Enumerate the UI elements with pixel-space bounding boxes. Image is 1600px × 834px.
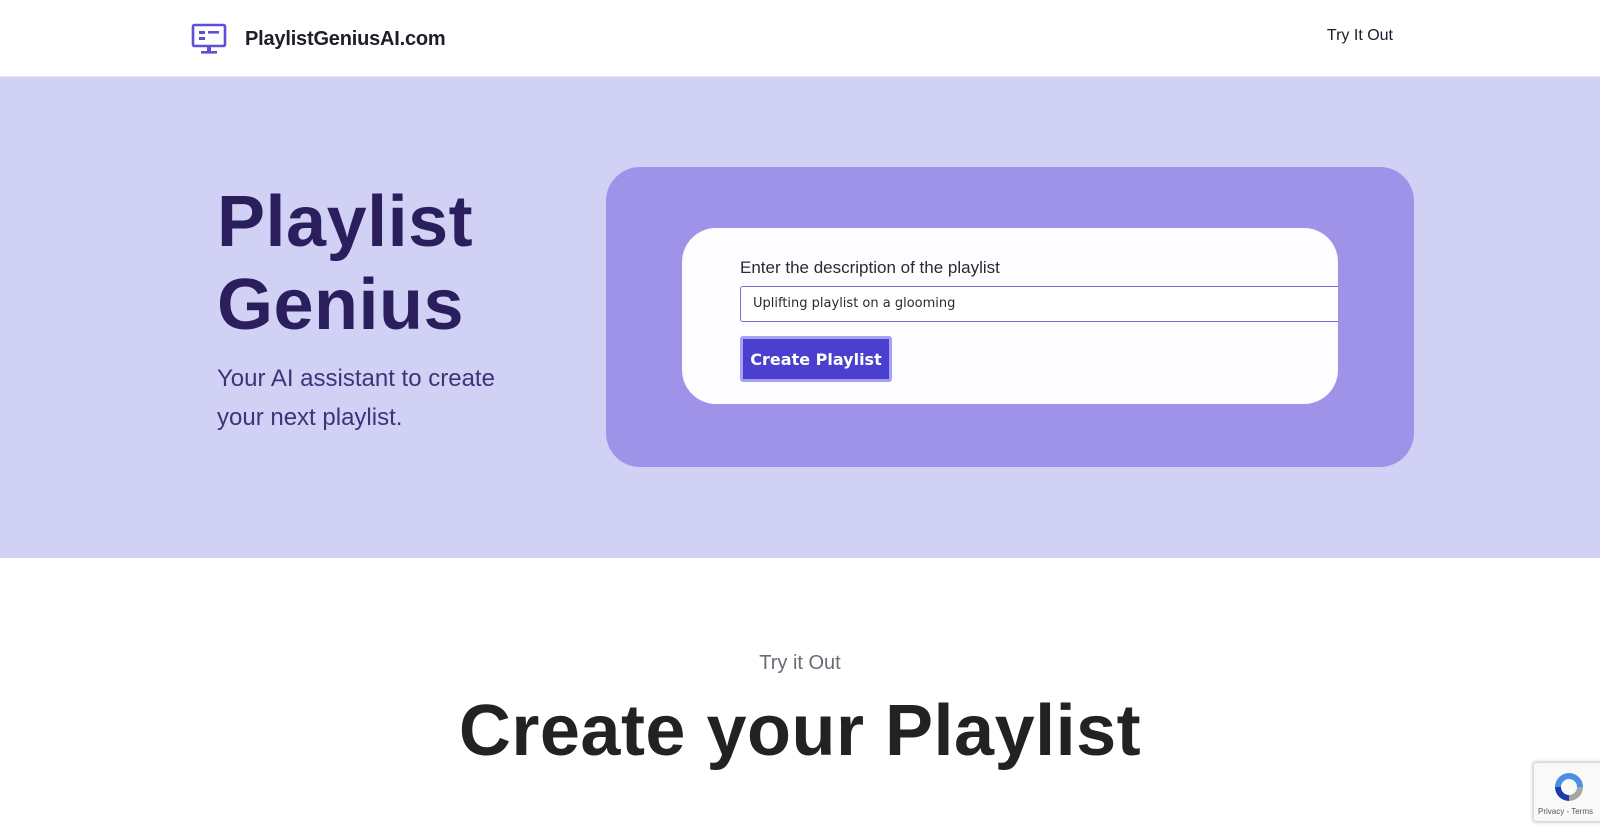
hero-subtitle: Your AI assistant to create your next pl… [217,359,547,437]
section-title: Create your Playlist [458,691,1142,771]
demo-form-card: Enter the description of the playlist Up… [682,228,1338,404]
section-kicker: Try it Out [759,652,841,674]
recaptcha-links: Privacy - Terms [1538,807,1593,816]
nav-try-it-out-link[interactable]: Try It Out [1327,27,1393,45]
recaptcha-privacy-link[interactable]: Privacy [1538,807,1564,816]
playlist-description-label: Enter the description of the playlist [740,258,1000,277]
brand-link[interactable]: PlaylistGeniusAI.com [191,22,446,56]
hero-title-line-1: Playlist [217,182,474,262]
hero-subtitle-line-2: your next playlist. [217,404,403,431]
monitor-icon [191,23,227,54]
hero-section: Playlist Genius Your AI assistant to cre… [0,77,1600,558]
recaptcha-icon [1555,773,1583,801]
brand-name: PlaylistGeniusAI.com [245,27,446,50]
create-playlist-button[interactable]: Create Playlist [740,336,892,382]
demo-preview-panel: Enter the description of the playlist Up… [606,167,1414,467]
recaptcha-badge[interactable]: Privacy - Terms [1533,762,1600,822]
hero-title: Playlist Genius [217,181,577,347]
hero-subtitle-line-1: Your AI assistant to create [217,365,495,392]
site-header: PlaylistGeniusAI.com Try It Out [0,0,1600,77]
recaptcha-terms-link[interactable]: Terms [1571,807,1593,816]
playlist-description-input[interactable]: Uplifting playlist on a glooming [740,286,1338,322]
hero-title-line-2: Genius [217,265,465,345]
